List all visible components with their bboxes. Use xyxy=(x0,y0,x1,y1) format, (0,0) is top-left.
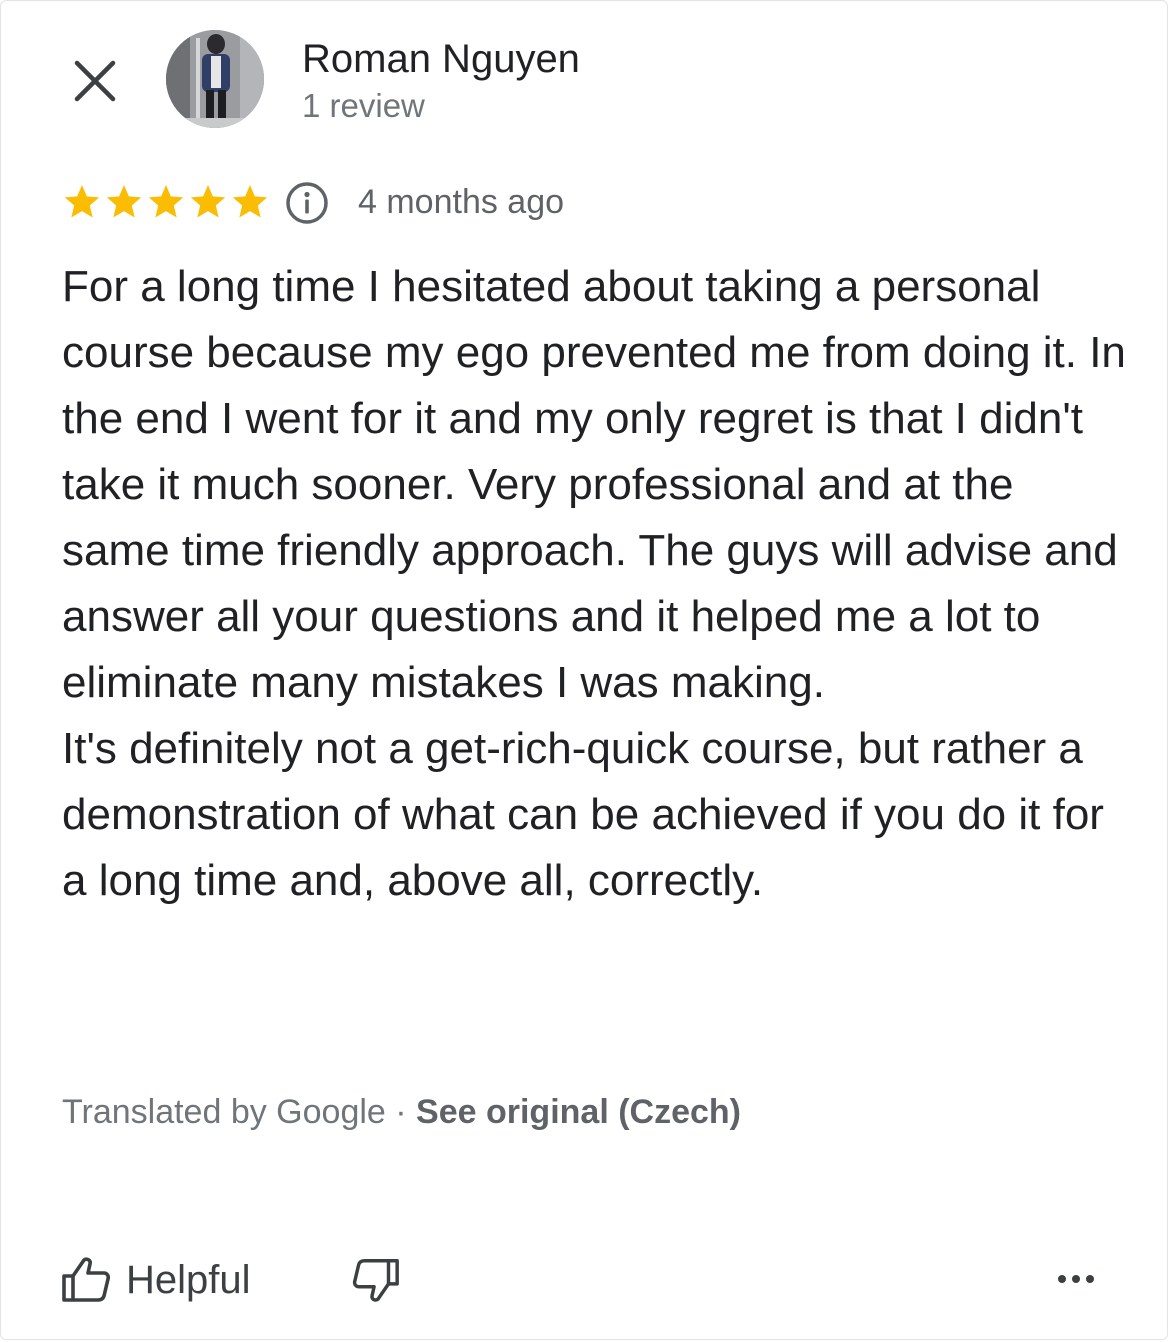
review-paragraph: For a long time I hesitated about taking… xyxy=(62,262,1126,707)
thumbs-up-icon xyxy=(62,1257,111,1302)
info-button[interactable] xyxy=(284,180,330,226)
reviewer-name[interactable]: Roman Nguyen xyxy=(302,36,580,82)
avatar-photo xyxy=(166,30,264,128)
star-icon xyxy=(106,185,142,218)
thumbs-down-icon xyxy=(352,1259,399,1302)
more-horizontal-icon xyxy=(1058,1275,1094,1283)
star-icon xyxy=(232,185,268,218)
star-icon xyxy=(148,185,184,218)
star-icon xyxy=(190,185,226,218)
helpful-label: Helpful xyxy=(126,1258,251,1302)
more-options-button[interactable] xyxy=(1048,1254,1104,1304)
avatar[interactable] xyxy=(166,30,264,128)
star-icon xyxy=(64,185,100,218)
translation-label: Translated by Google · xyxy=(62,1093,417,1131)
star-rating xyxy=(62,182,270,226)
reviewer-review-count: 1 review xyxy=(302,87,425,124)
review-paragraph: It's definitely not a get-rich-quick cou… xyxy=(62,724,1104,905)
close-icon xyxy=(74,60,116,102)
not-helpful-button[interactable] xyxy=(346,1250,406,1310)
review-date: 4 months ago xyxy=(358,183,565,221)
see-original-link[interactable]: See original (Czech) xyxy=(416,1093,741,1131)
review-text: For a long time I hesitated about taking… xyxy=(62,254,1132,914)
translation-notice: Translated by Google · See original (Cze… xyxy=(62,1090,741,1134)
close-button[interactable] xyxy=(60,46,130,116)
helpful-button[interactable]: Helpful xyxy=(60,1250,251,1310)
info-icon xyxy=(286,182,328,224)
